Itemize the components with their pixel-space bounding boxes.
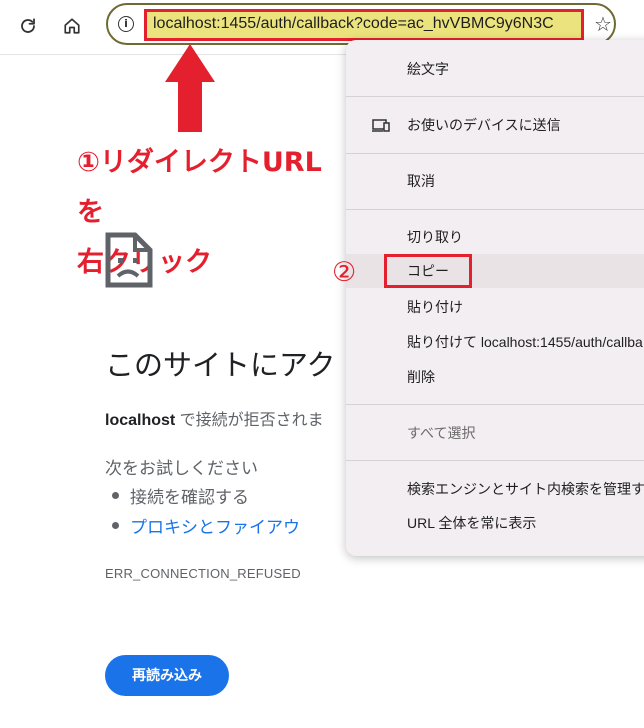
try-heading: 次をお試しください bbox=[105, 459, 258, 478]
menu-item-emoji[interactable]: 絵文字 bbox=[346, 52, 644, 86]
annotation-up-arrow bbox=[165, 44, 215, 132]
copy-highlight-box bbox=[384, 254, 472, 288]
menu-item-send-to-device[interactable]: お使いのデバイスに送信 bbox=[346, 108, 644, 142]
menu-item-label: 絵文字 bbox=[407, 61, 449, 77]
menu-item-cut[interactable]: 切り取り bbox=[346, 220, 644, 254]
menu-separator bbox=[346, 153, 644, 154]
suggestion-check-connection: 接続を確認する bbox=[112, 483, 300, 513]
menu-separator bbox=[346, 209, 644, 210]
menu-item-delete[interactable]: 削除 bbox=[346, 360, 644, 394]
url-highlight-box[interactable]: localhost:1455/auth/callback?code=ac_hvV… bbox=[144, 9, 584, 41]
home-icon bbox=[64, 18, 80, 34]
device-send-icon bbox=[372, 119, 390, 132]
reload-page-button[interactable]: 再読み込み bbox=[105, 655, 229, 696]
home-button[interactable] bbox=[58, 12, 86, 40]
bookmark-star-icon[interactable]: ☆ bbox=[592, 13, 614, 35]
sad-document-icon bbox=[105, 232, 153, 288]
menu-item-select-all[interactable]: すべて選択 bbox=[346, 416, 644, 450]
site-info-icon[interactable]: i bbox=[118, 16, 134, 32]
menu-item-label: すべて選択 bbox=[407, 425, 476, 441]
url-text[interactable]: localhost:1455/auth/callback?code=ac_hvV… bbox=[153, 15, 554, 33]
context-menu: 絵文字 お使いのデバイスに送信 取消 切り取り コピー 貼り付け 貼り付けて l… bbox=[346, 40, 644, 556]
reload-button[interactable] bbox=[14, 12, 42, 40]
menu-item-paste[interactable]: 貼り付け bbox=[346, 290, 644, 324]
suggestion-proxy-firewall-link[interactable]: プロキシとファイアウ bbox=[112, 513, 300, 543]
suggestion-list: 接続を確認する プロキシとファイアウ bbox=[112, 483, 300, 543]
menu-item-undo[interactable]: 取消 bbox=[346, 164, 644, 198]
error-host: localhost bbox=[105, 412, 176, 429]
menu-separator bbox=[346, 404, 644, 405]
menu-separator bbox=[346, 96, 644, 97]
menu-item-always-show-full-url[interactable]: URL 全体を常に表示 bbox=[346, 506, 644, 540]
menu-item-label: 貼り付けて localhost:1455/auth/callba bbox=[407, 334, 643, 350]
menu-item-manage-search-engines[interactable]: 検索エンジンとサイト内検索を管理する bbox=[346, 472, 644, 506]
menu-item-label: 検索エンジンとサイト内検索を管理する bbox=[407, 481, 644, 497]
address-bar[interactable]: i localhost:1455/auth/callback?code=ac_h… bbox=[106, 3, 616, 45]
menu-item-label: 切り取り bbox=[407, 229, 463, 245]
error-description-text: で接続が拒否されま bbox=[175, 412, 324, 429]
menu-item-label: 削除 bbox=[407, 369, 435, 385]
browser-window: i localhost:1455/auth/callback?code=ac_h… bbox=[0, 0, 644, 728]
error-description: localhost で接続が拒否されま bbox=[105, 406, 324, 430]
error-heading: このサイトにアク bbox=[105, 350, 336, 382]
error-code: ERR_CONNECTION_REFUSED bbox=[105, 566, 301, 581]
menu-item-label: お使いのデバイスに送信 bbox=[407, 117, 561, 133]
menu-item-label: 貼り付け bbox=[407, 299, 463, 315]
menu-item-label: URL 全体を常に表示 bbox=[407, 515, 537, 531]
annotation-step1-line1: ①リダイレクトURLを bbox=[77, 147, 322, 228]
reload-icon bbox=[21, 18, 35, 33]
menu-item-label: 取消 bbox=[407, 173, 435, 189]
menu-item-paste-and-go[interactable]: 貼り付けて localhost:1455/auth/callba bbox=[346, 325, 644, 359]
menu-separator bbox=[346, 460, 644, 461]
annotation-step2: ② bbox=[332, 257, 357, 288]
